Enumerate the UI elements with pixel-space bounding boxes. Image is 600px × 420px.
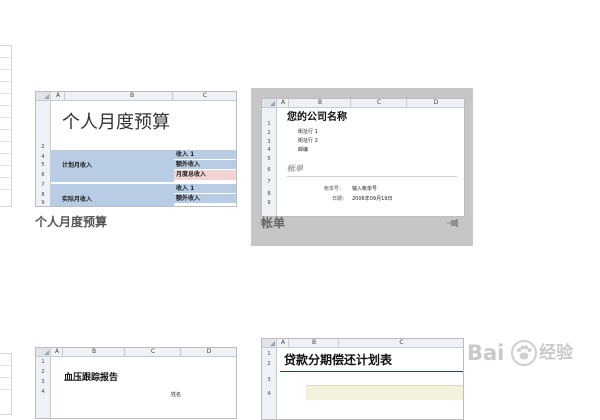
row-header-column: 1 2 3 4	[262, 339, 277, 419]
column-header: C	[124, 348, 181, 356]
address-line: 街址行 2	[298, 138, 318, 144]
row-number: 2	[267, 130, 271, 136]
income-item-label: 收入 1	[176, 151, 195, 158]
baidu-jingyan-watermark: Bai 经验	[467, 334, 600, 374]
divider	[287, 176, 457, 177]
column-header: C	[172, 92, 236, 100]
date-value: 2006年09月19日	[352, 196, 393, 202]
template-tile-personal-budget[interactable]: A B C 2 4 5 6 7 8 9 个人月度预算 计划月收入 实际月收入 收…	[28, 84, 248, 234]
row-number: 4	[267, 147, 271, 153]
row-number: 5	[267, 156, 271, 162]
watermark-brand: Bai	[467, 341, 505, 365]
company-name: 您的公司名称	[287, 112, 347, 123]
row-header-column: 1 2 3 4	[36, 348, 51, 418]
column-header-row: A B C D	[262, 99, 464, 108]
column-header-row: A B C D	[36, 348, 236, 357]
row-number: 7	[41, 182, 45, 188]
partial-template-card[interactable]	[0, 353, 12, 415]
invoice-number-value: 输入帐单号	[352, 186, 378, 192]
template-thumbnail: A B C 2 4 5 6 7 8 9 个人月度预算 计划月收入 实际月收入 收…	[35, 91, 237, 207]
row-number: 1	[267, 121, 271, 127]
template-thumbnail: A B C D 1 2 3 4 血压跟踪报告 姓名	[35, 347, 237, 419]
row-number: 8	[41, 192, 45, 198]
row-number: 4	[267, 391, 271, 397]
row-number: 3	[41, 379, 45, 385]
row-number: 5	[41, 162, 45, 168]
sheet-title: 血压跟踪报告	[64, 373, 119, 383]
document-title: 帐单	[287, 164, 303, 173]
income-item-label: 额外收入	[176, 161, 201, 168]
template-tile-loan-amortization[interactable]: A B C 1 2 3 4 贷款分期偿还计划表	[254, 330, 469, 420]
row-number: 9	[267, 200, 271, 206]
column-header-row: A B C	[262, 339, 463, 348]
row-number: 2	[267, 361, 271, 367]
title-underline	[280, 371, 463, 372]
income-item-label: 月度总收入	[176, 171, 207, 178]
row-number: 1	[41, 359, 45, 365]
template-thumbnail: A B C 1 2 3 4 贷款分期偿还计划表	[261, 338, 464, 420]
date-label: 日期：	[332, 196, 348, 202]
column-header: C	[338, 339, 463, 347]
address-line: 街址行 1	[298, 129, 318, 135]
row-number: 4	[41, 154, 45, 160]
select-all-corner	[36, 92, 51, 101]
select-all-corner	[36, 348, 51, 357]
row-number: 4	[41, 389, 45, 395]
select-all-corner	[262, 339, 277, 348]
row-number: 1	[267, 351, 271, 357]
column-header: B	[288, 99, 351, 107]
row-number: 7	[267, 179, 271, 185]
row-number: 6	[41, 172, 45, 178]
input-block	[306, 385, 463, 400]
column-header-row: A B C	[36, 92, 236, 101]
row-number: 2	[41, 369, 45, 375]
row-number: 3	[267, 139, 271, 145]
row-number: 8	[267, 191, 271, 197]
sheet-title: 个人月度预算	[62, 112, 170, 133]
income-item-label: 额外收入	[176, 195, 201, 202]
column-header: D	[180, 348, 236, 356]
row-header-column: 1 2 3 4 5 6 7 8 9	[262, 99, 277, 216]
column-header: C	[350, 99, 407, 107]
name-label: 姓名	[171, 392, 182, 398]
row-header-column: 2 4 5 6 7 8 9	[36, 92, 51, 206]
select-all-corner	[262, 99, 277, 108]
template-tile-invoice[interactable]: A B C D 1 2 3 4 5 6 7 8 9 您的公司名称 街址行 1 街…	[251, 88, 473, 246]
sheet-title: 贷款分期偿还计划表	[284, 353, 393, 367]
pin-icon[interactable]	[447, 218, 461, 228]
watermark-suffix: 经验	[539, 343, 573, 363]
row-number: 3	[267, 377, 271, 383]
row-number: 6	[267, 167, 271, 173]
actual-income-label: 实际月收入	[62, 196, 93, 203]
planned-income-label: 计划月收入	[62, 162, 93, 169]
column-header: A	[50, 92, 65, 100]
column-header: D	[406, 99, 464, 107]
column-header: B	[288, 339, 339, 347]
invoice-number-label: 帐单号：	[324, 186, 345, 192]
partial-template-card[interactable]	[0, 45, 12, 207]
paw-icon	[511, 340, 537, 366]
row-number: 2	[41, 144, 45, 150]
template-label: 个人月度预算	[35, 215, 108, 229]
row-number: 9	[41, 200, 45, 206]
column-header: B	[62, 348, 125, 356]
template-label: 帐单	[261, 216, 286, 230]
income-item-label: 收入 1	[176, 185, 195, 192]
postal-code-label: 邮编	[298, 147, 309, 153]
template-thumbnail: A B C D 1 2 3 4 5 6 7 8 9 您的公司名称 街址行 1 街…	[261, 98, 465, 217]
